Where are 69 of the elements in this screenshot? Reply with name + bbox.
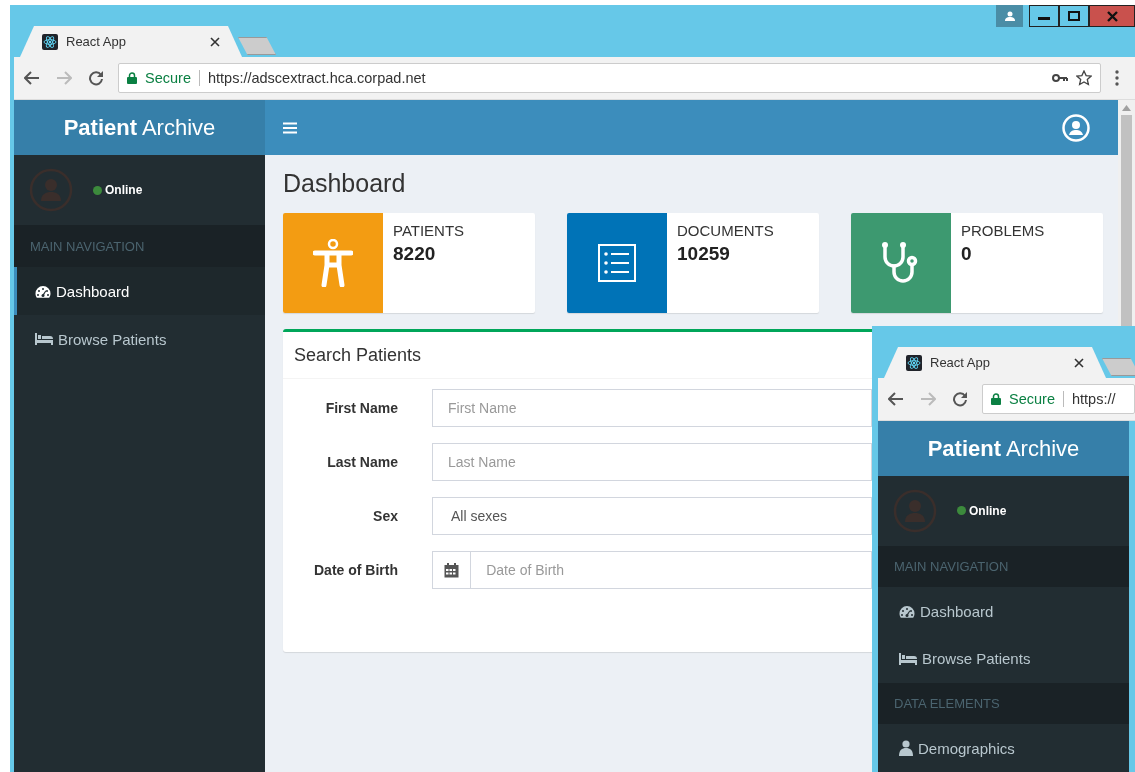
- close-icon: [1106, 10, 1118, 22]
- maximize-icon: [1068, 11, 1080, 21]
- back-icon[interactable]: [24, 71, 40, 85]
- stat-label: PROBLEMS: [961, 222, 1045, 239]
- bed-icon: [899, 652, 917, 665]
- gauge-icon: [899, 604, 915, 618]
- avatar-icon: [893, 488, 937, 533]
- stat-label: DOCUMENTS: [677, 222, 774, 239]
- nav-item[interactable]: Demographics: [878, 724, 1129, 772]
- text-field[interactable]: Last Name: [432, 443, 872, 481]
- gauge-icon: [35, 284, 51, 298]
- security-chip[interactable]: Secure: [127, 70, 200, 86]
- close-icon[interactable]: [210, 36, 220, 47]
- security-chip[interactable]: Secure: [991, 391, 1064, 407]
- url-text: https://adscextract.hca.corpad.net: [207, 70, 427, 86]
- back-icon[interactable]: [888, 392, 904, 406]
- field-label: Last Name: [327, 454, 398, 470]
- status-text: Online: [957, 503, 1007, 518]
- menu-dots-icon[interactable]: [1115, 70, 1119, 86]
- nav-item[interactable]: Dashboard: [14, 267, 265, 315]
- minimize-button[interactable]: [1029, 5, 1059, 27]
- nav-item[interactable]: Browse Patients: [878, 634, 1129, 683]
- select-field[interactable]: All sexes: [432, 497, 872, 535]
- calendar-icon: [444, 562, 460, 578]
- reload-icon[interactable]: [952, 391, 968, 407]
- browser-tab[interactable]: React App: [20, 26, 242, 57]
- list-icon: [598, 244, 636, 282]
- nav-item[interactable]: Dashboard: [878, 587, 1129, 635]
- browser-tab[interactable]: React App: [884, 347, 1106, 378]
- bookmark-star-icon[interactable]: [1076, 70, 1092, 86]
- stat-value: 10259: [677, 243, 731, 265]
- date-field[interactable]: Date of Birth: [470, 551, 872, 589]
- page-title: Dashboard: [283, 169, 407, 198]
- user-icon: [899, 740, 913, 757]
- human-figure-icon: [313, 239, 353, 287]
- react-logo-icon: [906, 354, 922, 371]
- scrollbar[interactable]: [1118, 100, 1135, 326]
- status-text: Online: [93, 183, 143, 197]
- stat-label: PATIENTS: [393, 222, 465, 239]
- panel-title: Search Patients: [294, 344, 422, 366]
- nav-section-header: DATA ELEMENTS: [878, 682, 1129, 725]
- user-button[interactable]: [996, 5, 1023, 27]
- person-icon: [1004, 11, 1015, 21]
- stat-value: 8220: [393, 243, 437, 265]
- field-label: Sex: [373, 508, 398, 524]
- user-account-icon[interactable]: [1062, 113, 1090, 142]
- close-icon[interactable]: [1074, 357, 1084, 368]
- address-bar[interactable]: Secure https://: [982, 384, 1135, 414]
- react-logo-icon: [42, 33, 58, 50]
- text-field[interactable]: First Name: [432, 389, 872, 427]
- app-brand: Patient Archive: [927, 435, 1080, 462]
- avatar-icon: [29, 168, 73, 212]
- address-bar[interactable]: Secure https://adscextract.hca.corpad.net: [118, 63, 1101, 93]
- bed-icon: [35, 333, 53, 345]
- lock-icon: [127, 72, 137, 84]
- lock-icon: [991, 393, 1001, 405]
- nav-section-header: MAIN NAVIGATION: [878, 545, 1129, 588]
- reload-icon[interactable]: [88, 70, 104, 86]
- app-brand: Patient Archive: [63, 114, 216, 141]
- maximize-button[interactable]: [1059, 5, 1089, 27]
- stat-value: 0: [961, 243, 973, 265]
- nav-section-header: MAIN NAVIGATION: [14, 225, 265, 267]
- field-label: First Name: [325, 400, 398, 416]
- menu-icon[interactable]: [283, 121, 297, 134]
- close-button[interactable]: [1089, 5, 1135, 27]
- field-label: Date of Birth: [314, 562, 398, 578]
- key-icon[interactable]: [1052, 73, 1068, 83]
- nav-item[interactable]: Browse Patients: [14, 315, 265, 363]
- url-text: https://: [1071, 391, 1117, 407]
